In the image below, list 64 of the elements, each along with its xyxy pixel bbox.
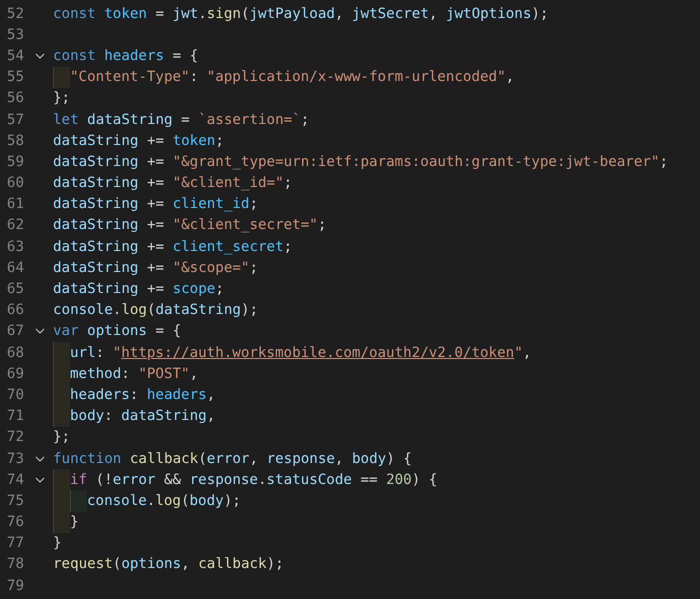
- code-line: const headers = {: [53, 48, 198, 64]
- line-number: 59: [6, 154, 24, 170]
- code-line: console.log(dataString);: [53, 302, 258, 318]
- line-number: 70: [6, 386, 24, 403]
- code-line: dataString += client_secret;: [53, 238, 292, 255]
- chevron-down-icon[interactable]: [34, 454, 44, 464]
- code-line: function callback(error, response, body) {: [53, 450, 412, 467]
- line-number: 55: [6, 69, 24, 86]
- code-line: console.log(body);: [87, 492, 241, 509]
- line-number: 57: [6, 112, 24, 128]
- line-number: 75: [6, 492, 24, 509]
- code-line: dataString += "&client_secret=";: [53, 217, 326, 234]
- code-line: dataString += client_id;: [53, 196, 258, 212]
- line-number: 67: [6, 323, 24, 340]
- code-line: headers: headers,: [70, 386, 216, 403]
- code-line: };: [53, 90, 70, 106]
- indent-guide: [53, 406, 70, 427]
- indent-guide: [53, 469, 70, 490]
- line-number: 76: [6, 514, 24, 530]
- indent-guide: [53, 342, 70, 364]
- code-line: var options = {: [53, 323, 182, 340]
- code-line: dataString += scope;: [53, 281, 224, 298]
- indent-guide: [70, 490, 87, 512]
- line-number: 56: [6, 90, 24, 106]
- line-number: 68: [6, 344, 24, 361]
- code-line: let dataString = `assertion=`;: [53, 112, 310, 128]
- line-number: 73: [6, 450, 24, 467]
- line-number: 54: [6, 48, 24, 64]
- line-number: 58: [6, 132, 24, 149]
- code-line: dataString += "&client_id=";: [53, 175, 292, 192]
- line-number: 79: [6, 578, 24, 594]
- line-number: 78: [6, 556, 24, 572]
- code-line: };: [53, 429, 70, 446]
- line-number: 71: [6, 408, 24, 424]
- code-line: }: [53, 535, 62, 552]
- code-line: body: dataString,: [70, 408, 216, 424]
- line-number: 52: [6, 6, 24, 22]
- line-number: 64: [6, 260, 24, 276]
- code-line: dataString += "&grant_type=urn:ietf:params:oauth:grant-type:jwt-bearer";: [53, 154, 668, 170]
- line-number: 53: [6, 26, 24, 43]
- code-line: const token = jwt.sign(jwtPayload, jwtSecret, jwtOptions);: [53, 6, 548, 22]
- code-line: }: [70, 514, 79, 530]
- line-number: 65: [6, 281, 24, 298]
- code-line: dataString += "&scope=";: [53, 260, 258, 276]
- chevron-down-icon[interactable]: [34, 326, 44, 336]
- line-number: 62: [6, 217, 24, 234]
- line-number: 77: [6, 535, 24, 552]
- chevron-down-icon[interactable]: [34, 474, 44, 485]
- code-line: if (!error && response.statusCode == 200) {: [70, 472, 438, 488]
- line-number: 66: [6, 302, 24, 318]
- line-number: 61: [6, 196, 24, 212]
- indent-guide: [53, 512, 70, 533]
- indent-guide: [53, 66, 70, 88]
- line-number: 74: [6, 472, 24, 488]
- code-line: method: "POST",: [70, 366, 198, 382]
- code-line: dataString += token;: [53, 132, 224, 149]
- line-number: 60: [6, 175, 24, 192]
- code-line: url: "https://auth.worksmobile.com/oauth2/v2.0/token",: [70, 344, 532, 361]
- line-number: 69: [6, 366, 24, 382]
- line-number: 63: [6, 238, 24, 255]
- chevron-down-icon[interactable]: [34, 50, 44, 61]
- code-line: "Content-Type": "application/x-www-form-urlencoded",: [70, 69, 514, 86]
- code-line: request(options, callback);: [53, 556, 284, 572]
- line-number: 72: [6, 429, 24, 446]
